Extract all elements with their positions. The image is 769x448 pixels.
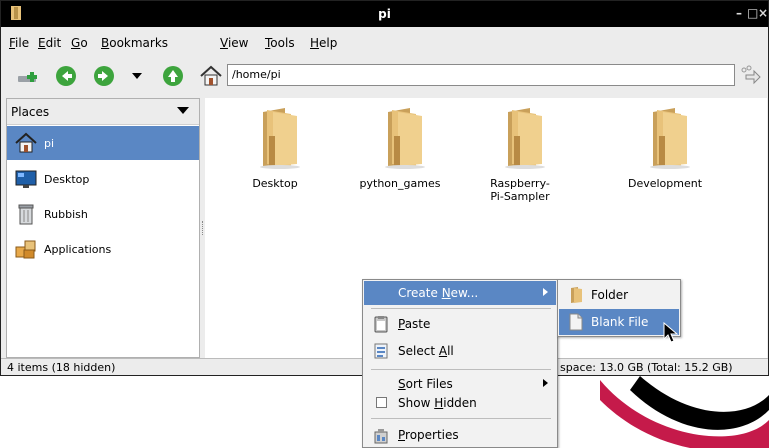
menu-item-label: Select All — [398, 344, 454, 358]
paste-icon — [374, 316, 388, 333]
sidebar-item-label: Rubbish — [44, 207, 88, 221]
close-button[interactable]: × — [758, 6, 768, 20]
history-dropdown-icon — [132, 73, 142, 79]
places-sidebar: Places pi Desktop Rubbish Applications — [6, 98, 200, 358]
menu-item-label: Show Hidden — [398, 396, 477, 410]
menu-item-label: Folder — [591, 288, 629, 302]
sidebar-item-pi[interactable]: pi — [7, 126, 199, 160]
context-menu: Create New... Paste Select All Sort File… — [362, 279, 558, 448]
menu-item-paste[interactable]: Paste — [364, 312, 556, 336]
menu-tools[interactable]: Tools — [265, 36, 295, 50]
minimize-button[interactable]: – — [736, 6, 742, 20]
applications-icon — [15, 240, 36, 259]
submenu-arrow-icon — [543, 379, 548, 387]
sidebar-item-desktop[interactable]: Desktop — [7, 162, 199, 196]
blank-file-icon — [569, 313, 583, 331]
menu-item-properties[interactable]: Properties — [364, 423, 556, 447]
folder-icon — [650, 108, 690, 169]
file-item-development[interactable]: Development — [615, 106, 715, 190]
title-bar[interactable]: pi – □ × — [1, 1, 768, 27]
forward-button[interactable] — [91, 63, 117, 89]
home-icon — [15, 132, 37, 153]
select-all-icon — [374, 343, 388, 359]
sidebar-item-label: Applications — [44, 242, 112, 256]
menu-item-label: Paste — [398, 317, 431, 331]
file-name: Raspberry-Pi-Sampler — [490, 177, 550, 203]
submenu-arrow-icon — [543, 288, 548, 296]
sidebar-item-label: pi — [44, 136, 55, 150]
menu-edit[interactable]: Edit — [38, 36, 61, 50]
folder-icon — [505, 108, 545, 169]
menu-item-select-all[interactable]: Select All — [364, 339, 556, 363]
properties-icon — [374, 429, 388, 444]
mouse-cursor-icon — [663, 322, 679, 343]
menu-item-show-hidden[interactable]: Show Hidden — [364, 391, 556, 415]
new-tab-icon — [18, 72, 37, 82]
up-button[interactable] — [160, 63, 186, 89]
go-button[interactable] — [738, 63, 764, 89]
folder-icon — [571, 287, 582, 303]
desktop-icon — [15, 170, 37, 188]
pane-splitter[interactable] — [202, 221, 204, 235]
home-button[interactable] — [198, 63, 224, 89]
file-name: Development — [627, 177, 703, 190]
menu-help[interactable]: Help — [310, 36, 337, 50]
menu-separator — [371, 369, 551, 370]
back-button[interactable] — [53, 63, 79, 89]
places-label: Places — [11, 105, 50, 119]
sidebar-item-applications[interactable]: Applications — [7, 232, 199, 266]
item-count: 4 items (18 hidden) — [7, 361, 116, 374]
folder-icon — [385, 108, 425, 169]
menu-bar: File Edit Go Bookmarks View Tools Help — [1, 32, 768, 54]
maximize-button[interactable]: □ — [747, 6, 758, 20]
sidebar-item-rubbish[interactable]: Rubbish — [7, 197, 199, 231]
file-name: python_games — [359, 177, 441, 190]
toolbar: /home/pi — [1, 57, 768, 95]
file-item-raspberry-pi-sampler[interactable]: Raspberry-Pi-Sampler — [470, 106, 570, 203]
menu-separator — [371, 308, 551, 309]
up-icon — [163, 66, 183, 86]
go-icon — [741, 65, 761, 85]
menu-item-label: Blank File — [591, 315, 649, 329]
folder-icon — [260, 108, 300, 169]
menu-file[interactable]: File — [9, 36, 29, 50]
sidebar-item-label: Desktop — [44, 172, 90, 186]
file-item-desktop[interactable]: Desktop — [225, 106, 325, 190]
show-hidden-checkbox[interactable] — [376, 397, 387, 408]
menu-bookmarks[interactable]: Bookmarks — [101, 36, 168, 50]
history-dropdown-button[interactable] — [124, 63, 150, 89]
file-name: Desktop — [252, 177, 298, 190]
back-icon — [56, 66, 76, 86]
menu-item-label: Properties — [398, 428, 459, 442]
menu-item-label: Create New... — [398, 286, 479, 300]
menu-go[interactable]: Go — [71, 36, 88, 50]
chevron-down-icon — [177, 107, 189, 114]
free-space: space: 13.0 GB (Total: 15.2 GB) — [560, 361, 733, 374]
window-title: pi — [378, 7, 391, 21]
trash-icon — [18, 204, 34, 225]
places-dropdown[interactable]: Places — [7, 99, 199, 125]
new-tab-button[interactable] — [15, 63, 41, 89]
menu-item-label: Sort Files — [398, 377, 453, 391]
menu-separator — [371, 418, 551, 419]
menu-item-folder[interactable]: Folder — [559, 282, 679, 308]
file-item-python-games[interactable]: python_games — [350, 106, 450, 190]
home-icon — [200, 65, 222, 86]
menu-view[interactable]: View — [220, 36, 248, 50]
menu-item-blank-file[interactable]: Blank File — [559, 309, 679, 335]
forward-icon — [94, 66, 114, 86]
menu-item-create-new[interactable]: Create New... — [364, 281, 556, 305]
path-bar[interactable]: /home/pi — [227, 64, 735, 86]
